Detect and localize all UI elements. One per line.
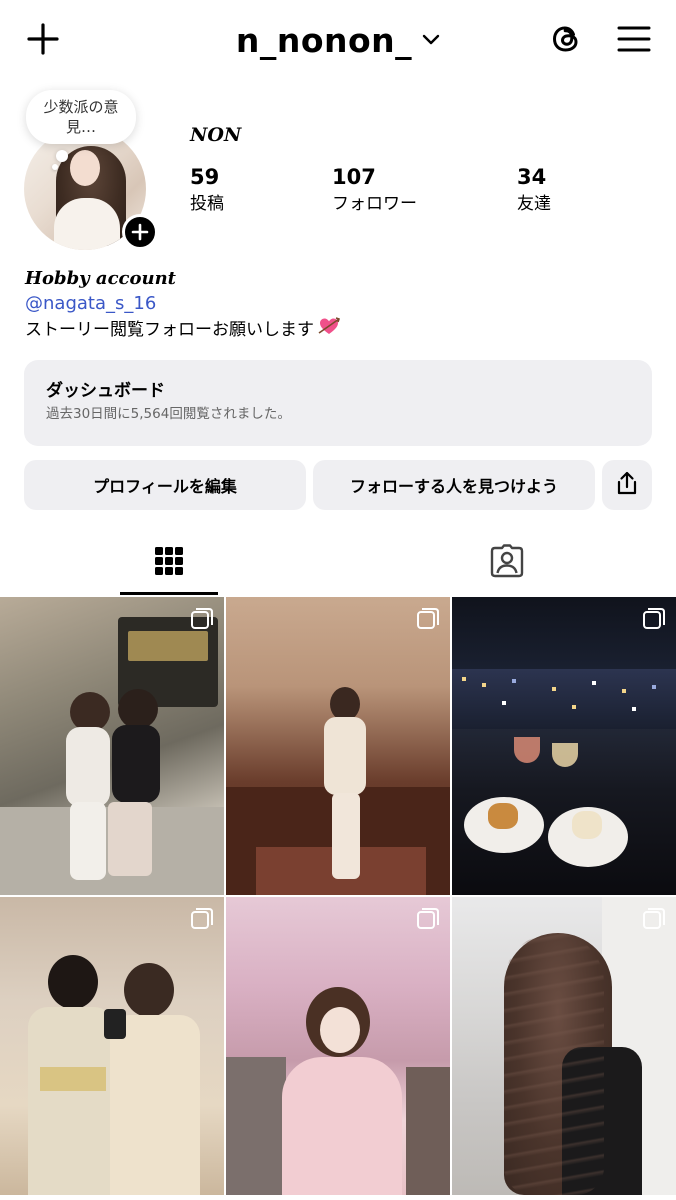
tagged-person-icon bbox=[489, 543, 525, 583]
bio-title: Hobby account bbox=[25, 268, 176, 289]
bio-link[interactable]: @nagata_s_16 bbox=[25, 292, 340, 316]
note-text: 少数派の意見… bbox=[43, 98, 119, 136]
tab-posts-grid[interactable] bbox=[120, 530, 218, 596]
multiple-images-icon bbox=[191, 608, 213, 629]
note-bubble-tail-small bbox=[52, 164, 58, 170]
following-count: 34 bbox=[517, 165, 547, 189]
add-story-icon[interactable] bbox=[122, 214, 158, 250]
multiple-images-icon bbox=[417, 608, 439, 629]
stat-posts[interactable]: 59 投稿 bbox=[190, 164, 224, 216]
note-bubble-tail bbox=[56, 150, 68, 162]
menu-icon[interactable] bbox=[614, 18, 654, 60]
post-thumbnail-3[interactable] bbox=[452, 597, 676, 895]
share-icon bbox=[615, 470, 639, 500]
bio: Hobby account @nagata_s_16 ストーリー閲覧フォローお願… bbox=[25, 266, 341, 344]
display-name: NON bbox=[190, 124, 242, 146]
edit-profile-button[interactable]: プロフィールを編集 bbox=[24, 460, 306, 510]
post-thumbnail-4[interactable] bbox=[0, 897, 224, 1195]
posts-label: 投稿 bbox=[190, 194, 224, 214]
multiple-images-icon bbox=[191, 908, 213, 929]
multiple-images-icon bbox=[417, 908, 439, 929]
active-tab-indicator bbox=[120, 592, 218, 595]
heart-with-arrow-icon bbox=[318, 316, 341, 344]
followers-count: 107 bbox=[332, 165, 376, 189]
post-thumbnail-1[interactable] bbox=[0, 597, 224, 895]
find-people-button[interactable]: フォローする人を見つけよう bbox=[313, 460, 595, 510]
dashboard-subtitle: 過去30日間に5,564回閲覧されました。 bbox=[46, 406, 291, 422]
grid-icon bbox=[154, 546, 184, 580]
bio-text-row: ストーリー閲覧フォローお願いします bbox=[25, 316, 341, 344]
tab-tagged[interactable] bbox=[458, 530, 556, 596]
post-thumbnail-5[interactable] bbox=[226, 897, 450, 1195]
stat-following[interactable]: 34 友達 bbox=[517, 164, 551, 216]
threads-icon[interactable] bbox=[546, 18, 586, 60]
username: n_nonon_ bbox=[235, 20, 413, 60]
bio-text: ストーリー閲覧フォローお願いします bbox=[25, 320, 314, 340]
multiple-images-icon bbox=[643, 908, 665, 929]
post-thumbnail-6[interactable] bbox=[452, 897, 676, 1195]
post-thumbnail-2[interactable] bbox=[226, 597, 450, 895]
stat-followers[interactable]: 107 フォロワー bbox=[332, 164, 417, 216]
profile-avatar[interactable] bbox=[24, 128, 158, 250]
professional-dashboard[interactable]: ダッシュボード 過去30日間に5,564回閲覧されました。 bbox=[24, 360, 652, 446]
following-label: 友達 bbox=[517, 194, 551, 214]
posts-count: 59 bbox=[190, 165, 220, 189]
profile-tabs bbox=[0, 530, 676, 596]
followers-label: フォロワー bbox=[332, 194, 417, 214]
note-bubble[interactable]: 少数派の意見… bbox=[26, 90, 136, 144]
top-bar: n_nonon_ bbox=[0, 0, 676, 80]
share-profile-button[interactable] bbox=[602, 460, 652, 510]
multiple-images-icon bbox=[643, 608, 665, 629]
chevron-down-icon bbox=[422, 31, 440, 50]
dashboard-title: ダッシュボード bbox=[46, 381, 165, 401]
